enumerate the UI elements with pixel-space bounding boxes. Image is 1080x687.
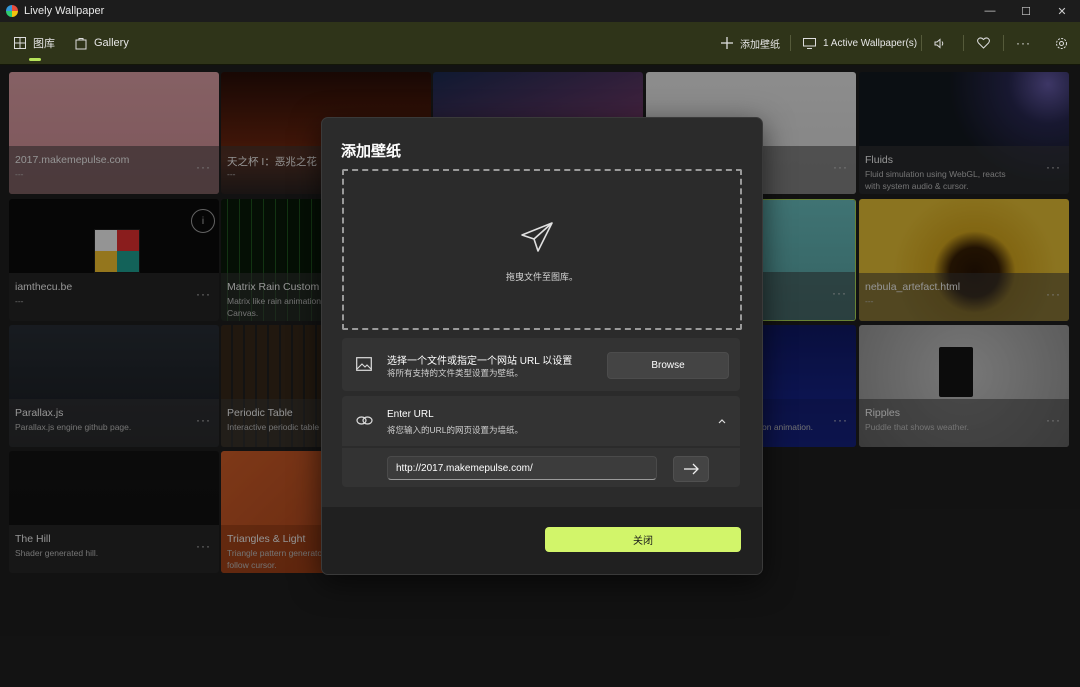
enter-url-title: Enter URL [387,409,434,420]
choose-file-card: 选择一个文件或指定一个网站 URL 以设置 将所有支持的文件类型设置为壁纸。 B… [342,338,740,391]
nav-divider [963,35,964,51]
add-wallpaper-dialog: 添加壁纸 拖曳文件至图库。 选择一个文件或指定一个网站 URL 以设置 将所有支… [321,117,763,575]
favorite-button[interactable] [977,22,990,64]
drop-zone-text: 拖曳文件至图库。 [505,272,578,282]
plus-icon [721,37,733,49]
nav-divider [790,35,791,51]
add-wallpaper-label: 添加壁纸 [740,39,780,51]
title-bar: Lively Wallpaper — ☐ ✕ [0,0,1080,22]
choose-file-title: 选择一个文件或指定一个网站 URL 以设置 [387,356,573,367]
maximize-button[interactable]: ☐ [1008,0,1044,22]
active-tab-indicator [29,58,41,61]
active-wallpapers-label: 1 Active Wallpaper(s) [823,37,918,49]
app-title: Lively Wallpaper [24,5,105,17]
nav-divider [921,35,922,51]
more-button[interactable]: ··· [1016,22,1031,64]
image-icon [356,357,372,371]
grid-icon [14,37,26,49]
volume-button[interactable] [934,22,946,64]
bag-icon [75,37,87,49]
app-logo-icon [6,5,18,17]
add-wallpaper-button[interactable]: 添加壁纸 [721,22,780,64]
active-wallpapers-button[interactable]: 1 Active Wallpaper(s) [803,22,917,64]
tab-gallery[interactable]: Gallery [75,22,129,64]
url-input[interactable] [387,456,657,480]
browse-button[interactable]: Browse [607,352,729,379]
tab-gallery-label: Gallery [94,37,129,49]
drop-zone[interactable]: 拖曳文件至图库。 [342,169,742,330]
chevron-up-icon[interactable] [718,418,726,424]
gear-icon [1056,37,1067,49]
nav-divider [1003,35,1004,51]
minimize-button[interactable]: — [972,0,1008,22]
go-button[interactable] [673,456,709,482]
dialog-title: 添加壁纸 [341,143,402,160]
arrow-right-icon [684,463,699,475]
settings-button[interactable] [1055,22,1068,64]
heart-icon [977,37,990,49]
dialog-footer: 关闭 [322,507,762,574]
monitor-icon [803,37,816,49]
url-input-row [342,448,740,487]
nav-bar: 图库 Gallery 添加壁纸 1 Active Wallpaper(s) ··… [0,22,1080,65]
enter-url-subtitle: 将您输入的URL的网页设置为墙纸。 [387,425,524,435]
enter-url-card[interactable]: Enter URL 将您输入的URL的网页设置为墙纸。 [342,396,740,446]
close-window-button[interactable]: ✕ [1044,0,1080,22]
choose-file-subtitle: 将所有支持的文件类型设置为壁纸。 [387,368,524,378]
volume-icon [934,37,944,49]
close-button[interactable]: 关闭 [545,527,741,552]
send-icon [521,222,553,252]
tab-library-label: 图库 [33,38,55,50]
link-icon [356,416,373,425]
